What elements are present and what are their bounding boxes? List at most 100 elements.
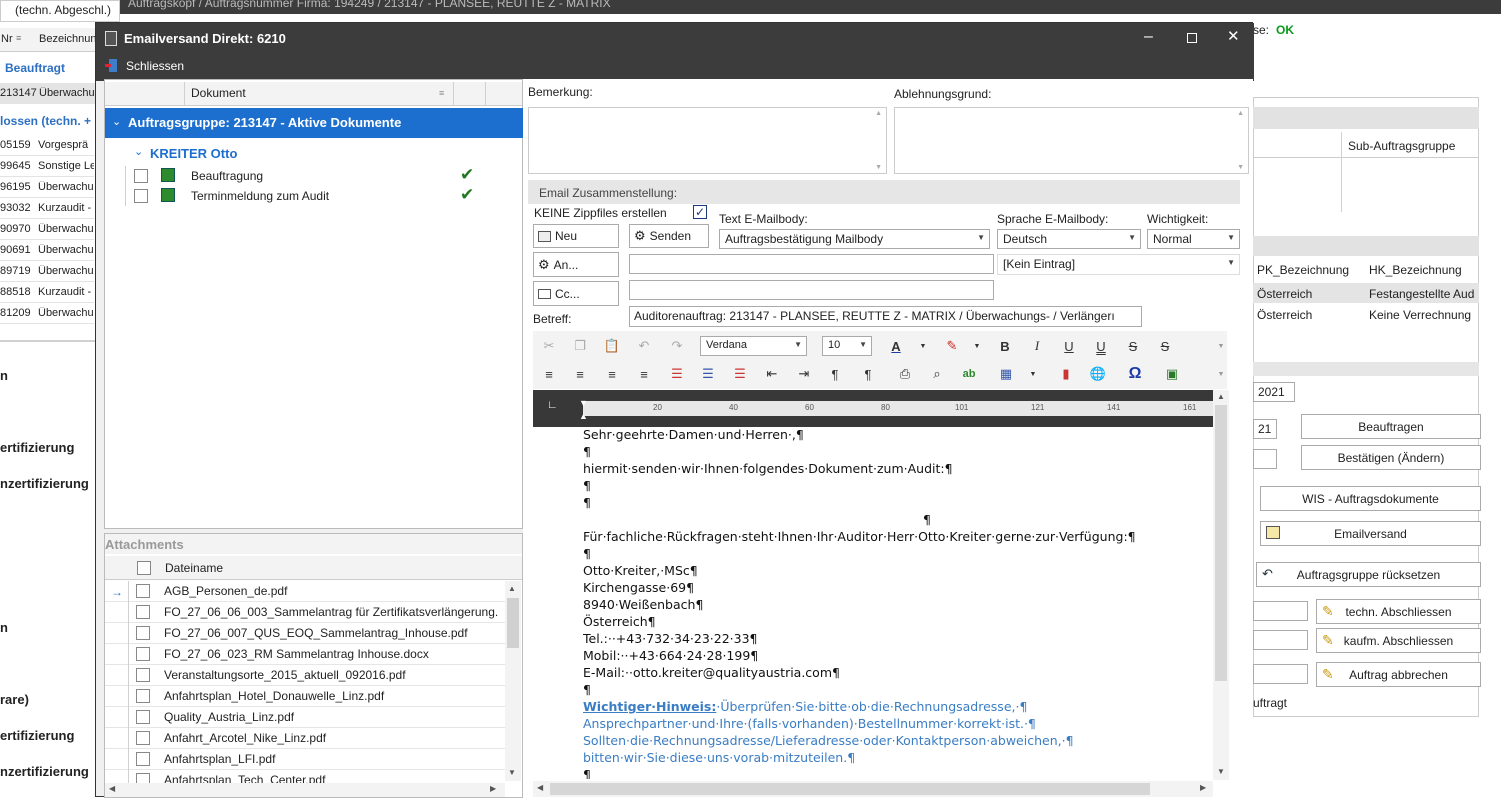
body-select[interactable]: Auftragsbestätigung Mailbody ▼	[719, 229, 990, 249]
bg-col-pk[interactable]: PK_Bezeichnung	[1257, 263, 1349, 277]
bg-empty-field[interactable]	[1253, 630, 1308, 650]
attachment-checkbox[interactable]	[136, 689, 150, 703]
attachment-row[interactable]: AGB_Personen_de.pdf	[105, 581, 505, 602]
chevron-down-icon[interactable]: ▼	[913, 336, 933, 356]
doc-checkbox[interactable]	[134, 189, 148, 203]
scroll-up-icon[interactable]: ▲	[875, 110, 882, 117]
beauftragen-button[interactable]: Beauftragen	[1301, 414, 1481, 439]
spellcheck-icon[interactable]: ab	[959, 364, 979, 384]
attachment-row[interactable]: FO_27_06_06_003_Sammelantrag für Zertifi…	[105, 602, 505, 623]
tab-stop-icon[interactable]: ∟	[547, 399, 558, 411]
attachment-checkbox[interactable]	[136, 710, 150, 724]
underline-icon[interactable]: U	[1059, 336, 1079, 356]
kaufm-abschliessen-button[interactable]: ✎ kaufm. Abschliessen	[1316, 628, 1481, 653]
bg-col-sub[interactable]: Sub-Auftragsgruppe	[1348, 139, 1455, 153]
emailversand-button[interactable]: Emailversand	[1260, 521, 1481, 546]
attachment-row[interactable]: FO_27_06_023_RM Sammelantrag Inhouse.doc…	[105, 644, 505, 665]
align-left-icon[interactable]: ≡	[539, 364, 559, 384]
indent-marker[interactable]: ▼	[579, 398, 588, 408]
indent-icon[interactable]: ⇥	[794, 364, 814, 384]
scroll-right-icon[interactable]: ▶	[490, 784, 496, 793]
chevron-down-icon[interactable]: ▼	[1023, 364, 1043, 384]
scroll-left-icon[interactable]: ◀	[109, 784, 115, 793]
bg-right-scroll[interactable]	[1253, 362, 1479, 376]
table-row[interactable]: 05159 Vorgesprä	[0, 135, 94, 156]
wis-documents-button[interactable]: WIS - Auftragsdokumente	[1260, 486, 1481, 511]
bg-empty-field[interactable]	[1253, 601, 1308, 621]
chevron-down-icon[interactable]: ▼	[967, 336, 987, 356]
attachment-row[interactable]: Anfahrtsplan_Tech_Center.pdf	[105, 770, 505, 784]
attachment-checkbox[interactable]	[136, 668, 150, 682]
find-icon[interactable]: ⌕	[927, 364, 947, 384]
bg-col-hk[interactable]: HK_Bezeichnung	[1369, 263, 1462, 277]
attachment-row[interactable]: Veranstaltungsorte_2015_aktuell_092016.p…	[105, 665, 505, 686]
undo-icon[interactable]: ↶	[634, 336, 654, 356]
double-strikethrough-icon[interactable]: S	[1155, 336, 1175, 356]
bg-empty-field[interactable]	[1253, 449, 1277, 469]
att-vscroll-thumb[interactable]	[507, 598, 519, 648]
bg-year-field-2[interactable]: 21	[1253, 419, 1277, 439]
close-icon[interactable]: ✕	[1227, 27, 1240, 45]
bg-col-bezeichnung[interactable]: Bezeichnun	[39, 33, 95, 45]
pilcrow-icon[interactable]: ¶	[825, 364, 845, 384]
attachment-checkbox[interactable]	[136, 731, 150, 745]
outdent-icon[interactable]: ⇤	[762, 364, 782, 384]
an-input[interactable]	[629, 254, 994, 274]
bg-col-nr[interactable]: Nr	[1, 33, 13, 45]
bold-icon[interactable]: B	[995, 336, 1015, 356]
indent-marker[interactable]: ▲	[579, 411, 588, 421]
attachment-checkbox[interactable]	[136, 752, 150, 766]
cc-button[interactable]: Cc...	[533, 281, 619, 306]
bullet-list-icon[interactable]: ☰	[698, 364, 718, 384]
schliessen-button[interactable]: Schliessen	[126, 59, 184, 73]
table-row[interactable]: 89719 Überwachu	[0, 261, 94, 282]
scroll-up-icon[interactable]: ▲	[1217, 392, 1225, 401]
table-row[interactable]: 90691 Überwachu	[0, 240, 94, 261]
table-row[interactable]: 88518 Kurzaudit -	[0, 282, 94, 303]
table-row[interactable]: 90970 Überwachu	[0, 219, 94, 240]
table-row[interactable]: 99645 Sonstige Le	[0, 156, 94, 177]
wichtigkeit-select[interactable]: Normal ▼	[1147, 229, 1240, 249]
doc-name[interactable]: Terminmeldung zum Audit	[191, 189, 329, 203]
zip-checkbox[interactable]: ✓	[693, 205, 707, 219]
filter-icon[interactable]: ≡	[16, 33, 21, 43]
align-right-icon[interactable]: ≡	[602, 364, 622, 384]
minimize-icon[interactable]: –	[1144, 28, 1158, 45]
toolbar-overflow-icon[interactable]: ▼	[1211, 336, 1231, 356]
betreff-input[interactable]: Auditorenauftrag: 213147 - PLANSEE, REUT…	[629, 306, 1142, 327]
redo-icon[interactable]: ↷	[667, 336, 687, 356]
attachment-checkbox[interactable]	[136, 647, 150, 661]
bestaetigen-button[interactable]: Bestätigen (Ändern)	[1301, 445, 1481, 470]
font-color-icon[interactable]: A	[886, 336, 906, 356]
align-center-icon[interactable]: ≡	[570, 364, 590, 384]
doc-checkbox[interactable]	[134, 169, 148, 183]
attachment-checkbox[interactable]	[136, 626, 150, 640]
attachment-row[interactable]: Anfahrt_Arcotel_Nike_Linz.pdf	[105, 728, 505, 749]
ruecksetzen-button[interactable]: ↶ Auftragsgruppe rücksetzen	[1256, 562, 1481, 587]
att-hscroll[interactable]	[105, 783, 505, 797]
scroll-right-icon[interactable]: ▶	[1200, 783, 1206, 792]
kein-eintrag-select[interactable]: [Kein Eintrag] ▼	[997, 254, 1240, 275]
chevron-down-icon[interactable]: ⌄	[112, 115, 121, 128]
font-size-select[interactable]: 10 ▼	[822, 336, 872, 356]
paragraph-icon[interactable]: ¶	[858, 364, 878, 384]
editor-vscroll-thumb[interactable]	[1215, 405, 1227, 681]
table-row[interactable]: 93032 Kurzaudit -	[0, 198, 94, 219]
auftrag-abbrechen-button[interactable]: ✎ Auftrag abbrechen	[1316, 662, 1481, 687]
symbol-icon[interactable]: Ω	[1125, 364, 1145, 384]
attachment-checkbox[interactable]	[136, 584, 150, 598]
bg-group-closed[interactable]: lossen (techn. +	[0, 114, 96, 128]
maximize-icon[interactable]	[1187, 33, 1197, 43]
cut-icon[interactable]: ✂	[539, 336, 559, 356]
email-body-editor[interactable]: Sehr·geehrte·Damen·und·Herren·,¶ ¶ hierm…	[583, 427, 1211, 779]
multilevel-list-icon[interactable]: ☰	[730, 364, 750, 384]
numbered-list-icon[interactable]: ☰	[667, 364, 687, 384]
strikethrough-icon[interactable]: S	[1123, 336, 1143, 356]
double-underline-icon[interactable]: U	[1091, 336, 1111, 356]
scroll-up-icon[interactable]: ▲	[1237, 110, 1244, 117]
scroll-down-icon[interactable]: ▼	[875, 164, 882, 171]
font-select[interactable]: Verdana ▼	[700, 336, 807, 356]
image-icon[interactable]: ▣	[1162, 364, 1182, 384]
bg-year-field[interactable]: 2021	[1253, 382, 1295, 402]
ablehnung-textarea[interactable]: ▲ ▼	[894, 107, 1249, 174]
